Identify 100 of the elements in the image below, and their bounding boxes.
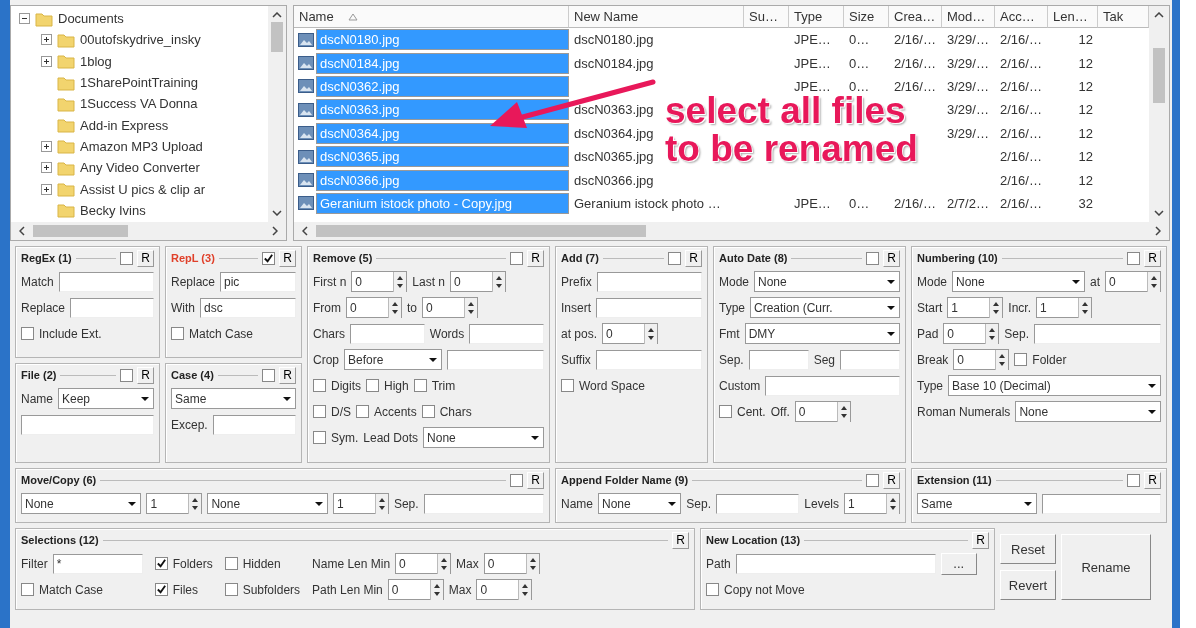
checkbox[interactable] bbox=[866, 251, 880, 265]
checkbox[interactable] bbox=[313, 431, 326, 444]
checkbox[interactable] bbox=[706, 583, 719, 596]
spinner-arrows-icon[interactable] bbox=[1147, 271, 1160, 292]
checkbox-label[interactable]: Hidden bbox=[242, 556, 281, 571]
checkbox-label[interactable]: High bbox=[384, 378, 409, 393]
checkbox[interactable] bbox=[866, 473, 880, 487]
text-field[interactable] bbox=[596, 271, 702, 292]
dropdown[interactable]: None bbox=[1015, 401, 1161, 422]
vertical-scrollbar[interactable] bbox=[1149, 6, 1169, 222]
scrollbar-thumb[interactable] bbox=[316, 225, 646, 237]
column-header[interactable]: Name bbox=[294, 6, 569, 28]
column-header[interactable]: Size bbox=[844, 6, 889, 28]
vertical-scrollbar[interactable] bbox=[268, 6, 286, 222]
spinner-arrows-icon[interactable] bbox=[525, 553, 539, 574]
dropdown[interactable]: None bbox=[423, 427, 544, 448]
text-field[interactable] bbox=[840, 349, 900, 370]
r-button[interactable]: R bbox=[883, 249, 900, 267]
spin-field[interactable]: 1 bbox=[332, 493, 389, 514]
checkbox-label[interactable]: Trim bbox=[431, 378, 456, 393]
spinner-arrows-icon[interactable] bbox=[388, 297, 401, 318]
dropdown[interactable]: None bbox=[21, 493, 142, 514]
tree-item[interactable]: Documents bbox=[58, 11, 124, 27]
spinner-arrows-icon[interactable] bbox=[995, 349, 1009, 370]
text-field[interactable] bbox=[1034, 323, 1161, 344]
checkbox[interactable] bbox=[313, 405, 326, 418]
r-button[interactable]: R bbox=[137, 366, 154, 384]
spin-field[interactable]: 0 bbox=[794, 401, 851, 422]
r-button[interactable]: R bbox=[672, 531, 689, 549]
text-field[interactable] bbox=[765, 375, 900, 396]
column-header[interactable]: Type bbox=[789, 6, 844, 28]
checkbox[interactable] bbox=[668, 251, 682, 265]
checkbox[interactable] bbox=[120, 251, 134, 265]
spin-field[interactable]: 1 bbox=[947, 297, 1004, 318]
spin-field[interactable]: 0 bbox=[483, 553, 540, 574]
spin-field[interactable]: 0 bbox=[602, 323, 659, 344]
checkbox[interactable] bbox=[262, 251, 276, 265]
checkbox[interactable] bbox=[421, 405, 435, 418]
dropdown[interactable]: None bbox=[754, 271, 900, 292]
tree-item[interactable]: 1Success VA Donna bbox=[80, 96, 198, 112]
checkbox[interactable] bbox=[224, 557, 238, 570]
text-field[interactable] bbox=[423, 493, 544, 514]
spinner-arrows-icon[interactable] bbox=[644, 323, 658, 344]
tree-item[interactable]: 1SharePointTraining bbox=[80, 75, 199, 91]
r-button[interactable]: R bbox=[883, 471, 900, 489]
dropdown[interactable]: Same bbox=[917, 493, 1037, 514]
dropdown[interactable]: None bbox=[598, 493, 682, 514]
spinner-arrows-icon[interactable] bbox=[437, 553, 451, 574]
checkbox[interactable] bbox=[561, 379, 574, 392]
tree-item[interactable]: Add-in Express bbox=[80, 117, 169, 133]
column-header[interactable]: Crea… bbox=[889, 6, 942, 28]
checkbox-label[interactable]: Files bbox=[172, 582, 198, 597]
tree-item[interactable]: Assist U pics & clip ar bbox=[80, 181, 205, 197]
scrollbar-thumb[interactable] bbox=[1153, 48, 1165, 103]
checkbox[interactable] bbox=[413, 379, 427, 392]
text-field[interactable] bbox=[595, 349, 702, 370]
tree-item[interactable]: Becky Ivins bbox=[80, 202, 146, 218]
collapse-icon[interactable] bbox=[19, 13, 30, 25]
action-button[interactable]: Reset bbox=[1000, 534, 1056, 564]
rename-button[interactable]: Rename bbox=[1061, 534, 1151, 600]
r-button[interactable]: R bbox=[972, 531, 989, 549]
dropdown[interactable]: Same bbox=[171, 388, 296, 409]
horizontal-scrollbar[interactable] bbox=[294, 222, 1169, 240]
dropdown[interactable]: None bbox=[952, 271, 1085, 292]
column-header[interactable]: New Name bbox=[569, 6, 744, 28]
chevron-down-icon[interactable] bbox=[272, 210, 282, 216]
column-header[interactable]: Mod… bbox=[942, 6, 995, 28]
chevron-left-icon[interactable] bbox=[19, 226, 25, 236]
spinner-arrows-icon[interactable] bbox=[836, 401, 850, 422]
checkbox-label[interactable]: Match Case bbox=[189, 326, 254, 341]
spin-field[interactable]: 1 bbox=[1036, 297, 1093, 318]
checkbox[interactable] bbox=[154, 583, 168, 596]
text-field[interactable] bbox=[748, 349, 809, 370]
spin-field[interactable]: 0 bbox=[476, 579, 533, 600]
checkbox-label[interactable]: Chars bbox=[439, 404, 472, 419]
checkbox[interactable] bbox=[154, 557, 168, 570]
checkbox[interactable] bbox=[510, 251, 524, 265]
checkbox-label[interactable]: Subfolders bbox=[242, 582, 301, 597]
checkbox-label[interactable]: Folder bbox=[1032, 352, 1067, 367]
spinner-arrows-icon[interactable] bbox=[429, 579, 443, 600]
column-header[interactable]: Len… bbox=[1048, 6, 1098, 28]
checkbox[interactable] bbox=[120, 368, 134, 382]
text-field[interactable] bbox=[350, 323, 425, 344]
expand-icon[interactable] bbox=[41, 162, 52, 174]
spinner-arrows-icon[interactable] bbox=[989, 297, 1003, 318]
chevron-left-icon[interactable] bbox=[302, 226, 308, 236]
checkbox[interactable] bbox=[21, 327, 34, 340]
spinner-arrows-icon[interactable] bbox=[393, 271, 407, 292]
spin-field[interactable]: 0 bbox=[395, 553, 452, 574]
tree-item[interactable]: Any Video Converter bbox=[80, 160, 200, 176]
chevron-right-icon[interactable] bbox=[1155, 226, 1161, 236]
spin-field[interactable]: 0 bbox=[351, 271, 408, 292]
checkbox[interactable] bbox=[1014, 353, 1028, 366]
tree-item[interactable]: 1blog bbox=[80, 53, 112, 69]
action-button[interactable]: Revert bbox=[1000, 570, 1056, 600]
spinner-arrows-icon[interactable] bbox=[374, 493, 388, 514]
checkbox-label[interactable]: Copy not Move bbox=[724, 582, 805, 597]
text-field[interactable] bbox=[735, 553, 936, 574]
checkbox-label[interactable]: Accents bbox=[374, 404, 417, 419]
r-button[interactable]: R bbox=[279, 249, 296, 267]
